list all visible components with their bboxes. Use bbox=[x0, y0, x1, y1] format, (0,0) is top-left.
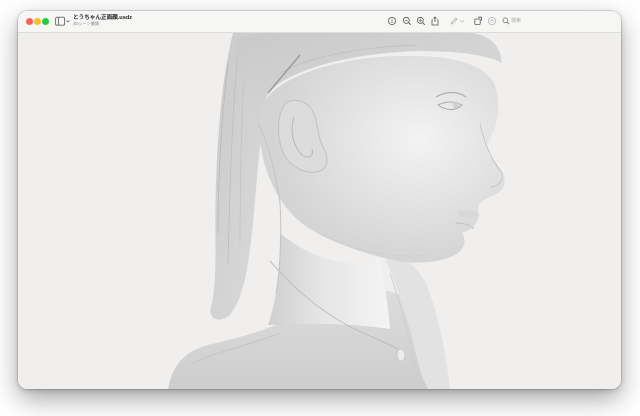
search-icon bbox=[502, 17, 510, 25]
bust-model-image bbox=[168, 33, 505, 389]
sidebar-toggle-icon[interactable] bbox=[55, 16, 71, 27]
preview-window: とうちゃん正面顔.usdz 3Dシーン書類 検索 bbox=[18, 11, 621, 389]
annotate-icon[interactable] bbox=[487, 16, 497, 26]
share-icon[interactable] bbox=[430, 16, 440, 26]
minimize-button[interactable] bbox=[34, 18, 41, 25]
rotate-icon[interactable] bbox=[473, 16, 483, 26]
3d-model-viewport[interactable] bbox=[18, 33, 621, 389]
info-icon[interactable] bbox=[387, 16, 397, 26]
zoom-in-icon[interactable] bbox=[416, 16, 426, 26]
title-block: とうちゃん正面顔.usdz 3Dシーン書類 bbox=[73, 15, 132, 26]
markup-dropdown-icon[interactable] bbox=[459, 16, 465, 26]
search-field[interactable]: 検索 bbox=[502, 16, 524, 26]
zoom-out-icon[interactable] bbox=[402, 16, 412, 26]
markup-icon[interactable] bbox=[449, 16, 459, 26]
zoom-button[interactable] bbox=[42, 18, 49, 25]
document-subtitle: 3Dシーン書類 bbox=[73, 21, 100, 26]
search-placeholder: 検索 bbox=[511, 18, 522, 24]
titlebar: とうちゃん正面顔.usdz 3Dシーン書類 検索 bbox=[18, 11, 621, 33]
close-button[interactable] bbox=[26, 18, 33, 25]
